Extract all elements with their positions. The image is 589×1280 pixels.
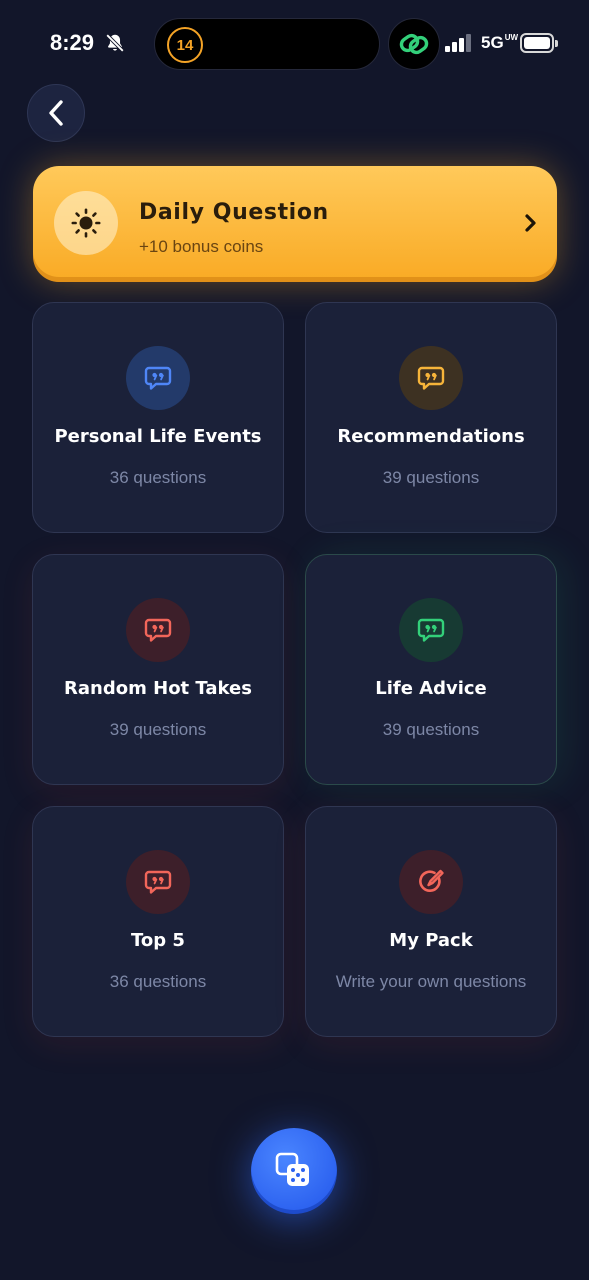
dynamic-island: 14 [154,18,380,70]
quote-bubble-icon [417,366,445,390]
category-icon-circle [126,598,190,662]
category-title: Personal Life Events [54,426,262,447]
category-icon-circle [126,850,190,914]
category-card-random-hot-takes[interactable]: Random Hot Takes 39 questions [32,554,284,785]
category-subtitle: 39 questions [109,720,207,739]
battery-icon [520,33,558,53]
network-type: 5G UW [481,33,518,53]
category-card-my-pack[interactable]: My Pack Write your own questions [305,806,557,1037]
category-subtitle: 36 questions [109,972,207,991]
category-card-life-advice[interactable]: Life Advice 39 questions [305,554,557,785]
category-title: Top 5 [131,930,185,951]
status-time: 8:29 [50,30,95,55]
category-title: Random Hot Takes [64,678,252,699]
daily-icon-circle [54,191,118,255]
link-icon [399,33,429,55]
daily-question-title: Daily Question [139,200,329,225]
category-subtitle: 39 questions [382,720,480,739]
category-icon-circle [399,598,463,662]
signal-icon [445,34,471,52]
category-card-top-5[interactable]: Top 5 36 questions [32,806,284,1037]
category-card-recommendations[interactable]: Recommendations 39 questions [305,302,557,533]
bell-muted-icon [105,33,125,53]
category-subtitle: 36 questions [109,468,207,487]
dice-icon [275,1152,309,1186]
network-suffix: UW [504,33,519,42]
category-subtitle: 39 questions [382,468,480,487]
chevron-left-icon [49,100,63,126]
quote-bubble-icon [144,366,172,390]
category-title: Life Advice [375,678,487,699]
network-label: 5G [481,33,504,52]
quote-bubble-icon [144,618,172,642]
category-grid: Personal Life Events 36 questions Recomm… [32,302,557,1037]
category-icon-circle [399,346,463,410]
quote-bubble-icon [417,618,445,642]
category-icon-circle [399,850,463,914]
category-subtitle: Write your own questions [335,972,527,991]
daily-question-card[interactable]: Daily Question +10 bonus coins [33,166,557,282]
activity-badge: 14 [167,27,203,63]
edit-pencil-icon [419,869,444,892]
back-button[interactable] [27,84,85,142]
category-card-personal-life-events[interactable]: Personal Life Events 36 questions [32,302,284,533]
daily-question-subtitle: +10 bonus coins [139,237,264,256]
status-bar: 8:29 14 5G UW [0,0,589,86]
chevron-right-icon [525,214,536,232]
category-title: My Pack [389,930,473,951]
category-icon-circle [126,346,190,410]
link-activity [388,18,440,70]
random-dice-button[interactable] [251,1128,337,1214]
quote-bubble-icon [144,870,172,894]
sun-icon [71,208,101,238]
category-title: Recommendations [337,426,525,447]
